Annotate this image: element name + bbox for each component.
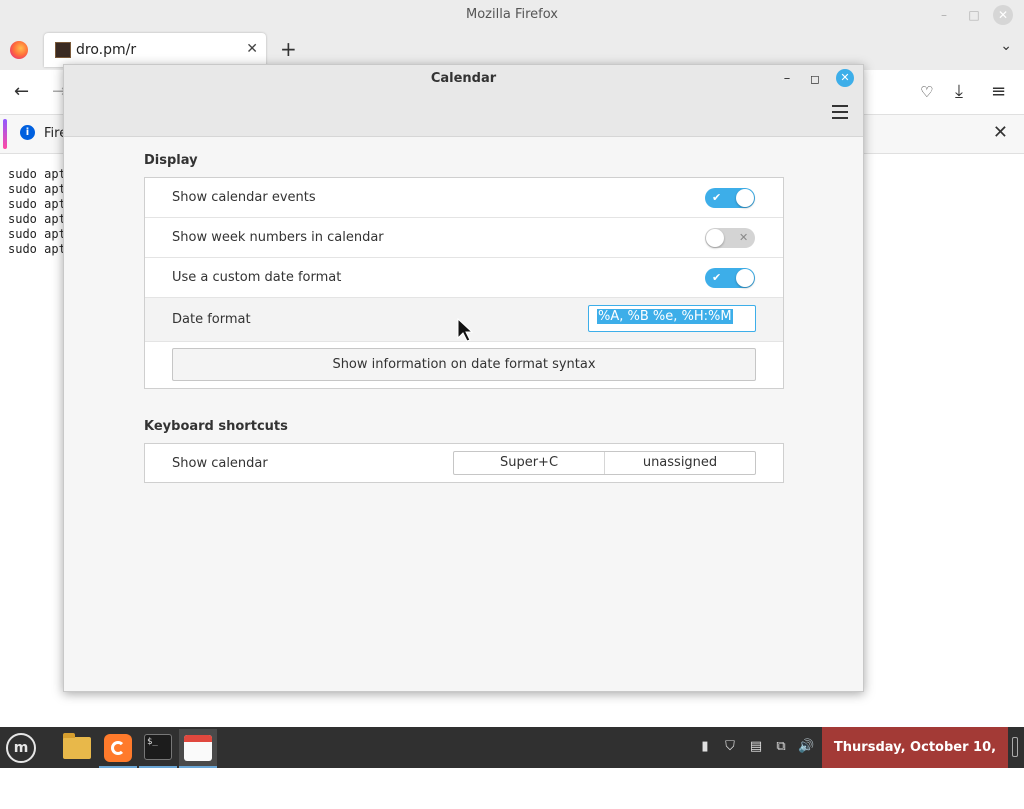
taskbar: m $_ ▮ ⛉ ▤ ⧉ 🔊 Thursday, October 10, 23:…: [0, 727, 1024, 796]
page-content: sudo apt sudo apt sudo apt sudo apt sudo…: [8, 167, 66, 257]
show-calendar-label: Show calendar: [172, 456, 268, 471]
calendar-titlebar: Calendar – ◻ ✕: [64, 65, 863, 137]
date-format-syntax-button[interactable]: Show information on date format syntax: [172, 348, 756, 381]
firefox-titlebar: Mozilla Firefox – □ ✕: [0, 0, 1024, 30]
firefox-maximize-button[interactable]: □: [966, 7, 982, 23]
maximize-icon[interactable]: ◻: [806, 70, 824, 88]
display-section-title: Display: [144, 153, 198, 168]
cross-icon: ✕: [739, 231, 749, 244]
toggle-knob: [736, 189, 754, 207]
display-panel: Show calendar events ✔ Show week numbers…: [144, 177, 784, 389]
shortcuts-panel: Show calendar Super+C unassigned: [144, 443, 784, 483]
tab-close-icon[interactable]: ✕: [246, 41, 258, 57]
show-calendar-shortcut-row: Show calendar Super+C unassigned: [145, 444, 783, 482]
calendar-settings-window: Calendar – ◻ ✕ Display Show calendar eve…: [63, 64, 864, 692]
check-icon: ✔: [712, 271, 722, 284]
tab-favicon-icon: [55, 42, 71, 58]
new-tab-button[interactable]: +: [280, 37, 297, 61]
date-format-label: Date format: [172, 312, 251, 327]
tab-title: dro.pm/r: [76, 42, 137, 58]
files-icon[interactable]: [58, 729, 96, 766]
downloads-icon[interactable]: ⤓: [955, 81, 963, 102]
notification-close-icon[interactable]: ✕: [993, 122, 1008, 143]
pocket-icon[interactable]: ♡: [920, 83, 933, 101]
content-line: sudo apt: [8, 227, 66, 241]
show-events-toggle[interactable]: ✔: [705, 188, 755, 208]
week-numbers-label: Show week numbers in calendar: [172, 230, 384, 245]
check-icon: ✔: [712, 191, 722, 204]
content-line: sudo apt: [8, 197, 66, 211]
notes-icon[interactable]: ▤: [748, 739, 764, 755]
terminal-icon[interactable]: $_: [139, 729, 177, 768]
firefox-close-button[interactable]: ✕: [993, 5, 1013, 25]
shortcuts-section-title: Keyboard shortcuts: [144, 419, 288, 434]
toggle-knob: [706, 229, 724, 247]
week-numbers-toggle[interactable]: ✕: [705, 228, 755, 248]
back-arrow-icon[interactable]: ←: [14, 81, 29, 102]
shortcut-entry: Super+C unassigned: [453, 451, 756, 475]
hamburger-menu-icon[interactable]: [832, 105, 848, 123]
minimize-icon[interactable]: –: [778, 70, 796, 88]
firefox-icon[interactable]: [99, 729, 137, 768]
firefox-window-title: Mozilla Firefox: [466, 7, 558, 22]
custom-format-label: Use a custom date format: [172, 270, 342, 285]
primary-shortcut-button[interactable]: Super+C: [454, 452, 605, 474]
network-icon[interactable]: ⧉: [773, 739, 789, 755]
update-manager-icon[interactable]: ▮: [697, 739, 713, 755]
volume-icon[interactable]: 🔊: [798, 739, 814, 755]
custom-format-row: Use a custom date format ✔: [145, 258, 783, 298]
content-line: sudo apt: [8, 167, 66, 181]
content-line: sudo apt: [8, 182, 66, 196]
toggle-knob: [736, 269, 754, 287]
show-desktop-button[interactable]: [1012, 737, 1018, 757]
close-icon[interactable]: ✕: [836, 69, 854, 87]
calendar-icon[interactable]: [179, 729, 217, 768]
secondary-shortcut-button[interactable]: unassigned: [605, 452, 755, 474]
start-menu-icon[interactable]: m: [6, 733, 36, 763]
shield-icon[interactable]: ⛉: [722, 739, 738, 755]
calendar-window-title: Calendar: [430, 71, 497, 86]
firefox-logo-icon[interactable]: [10, 41, 28, 59]
date-format-value: %A, %B %e, %H:%M: [597, 309, 733, 324]
tab-list-chevron-icon[interactable]: ⌄: [1000, 38, 1012, 54]
firefox-tab[interactable]: dro.pm/r ✕: [44, 33, 266, 67]
week-numbers-row: Show week numbers in calendar ✕: [145, 218, 783, 258]
show-events-label: Show calendar events: [172, 190, 316, 205]
custom-format-toggle[interactable]: ✔: [705, 268, 755, 288]
notification-accent: [3, 119, 7, 149]
firefox-minimize-button[interactable]: –: [936, 7, 952, 23]
syntax-row: Show information on date format syntax: [145, 342, 783, 388]
info-icon: i: [20, 125, 35, 140]
show-events-row: Show calendar events ✔: [145, 178, 783, 218]
date-format-input[interactable]: %A, %B %e, %H:%M: [588, 305, 756, 332]
mouse-pointer-icon: [457, 318, 473, 342]
content-line: sudo apt: [8, 212, 66, 226]
app-menu-icon[interactable]: ≡: [991, 81, 1006, 102]
clock[interactable]: Thursday, October 10, 23:21: [822, 727, 1008, 796]
content-line: sudo apt: [8, 242, 66, 256]
